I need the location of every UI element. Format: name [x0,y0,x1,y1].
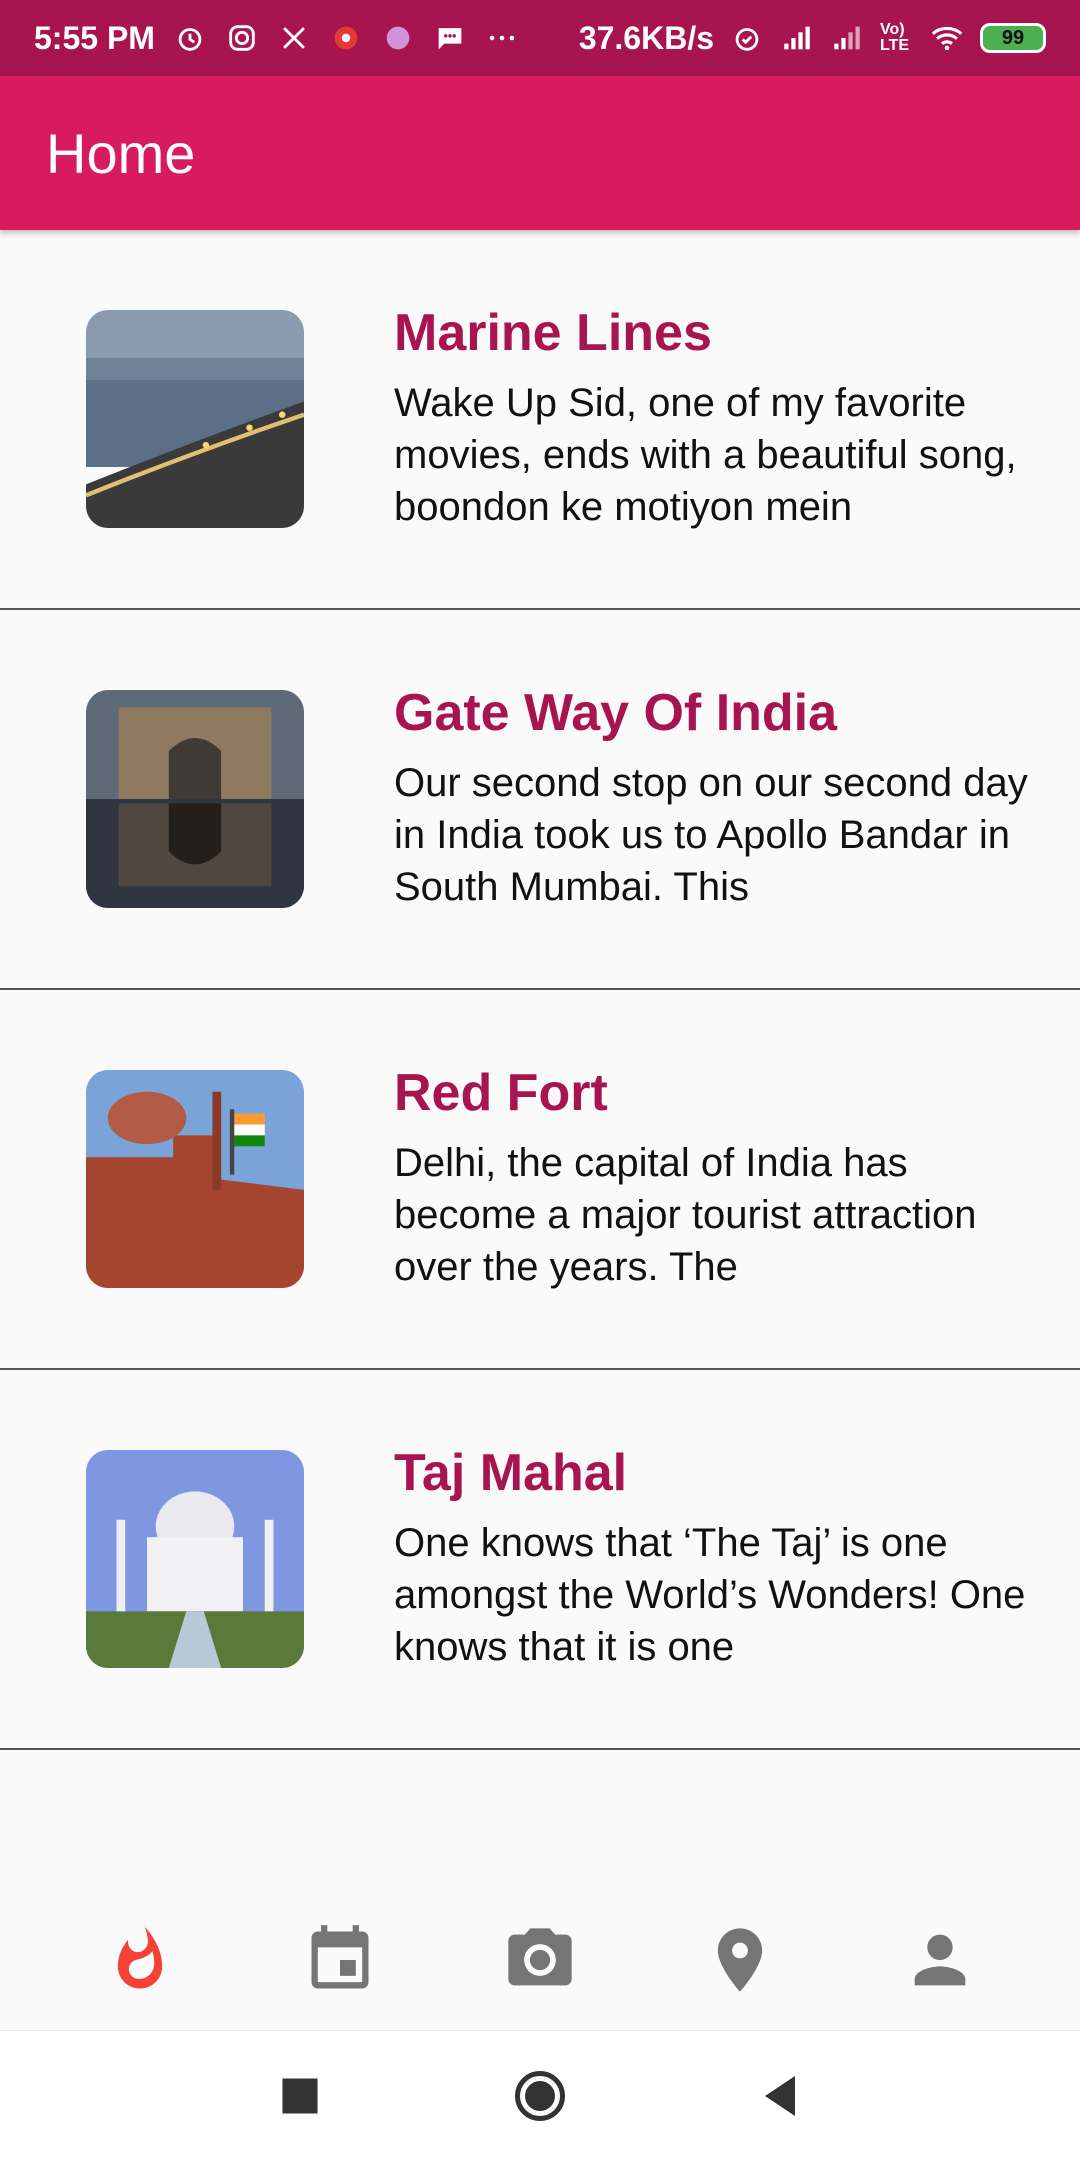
flame-icon [117,1926,163,1989]
camera-icon [508,1928,572,1986]
nav-profile[interactable] [880,1900,1000,2020]
square-icon [282,2078,318,2113]
more-icon [485,21,519,55]
back-triangle-icon [765,2075,795,2116]
gateway-of-india-photo [86,690,304,908]
nav-camera[interactable] [480,1900,600,2020]
notification-dot-icon [381,21,415,55]
recents-button[interactable] [265,2061,335,2131]
list-item[interactable]: Red Fort Delhi, the capital of India has… [0,990,1080,1370]
battery-icon: 99 [980,23,1046,53]
x-icon [277,21,311,55]
bottom-navigation [0,1890,1080,2030]
app-bar: Home [0,76,1080,230]
wifi-icon [930,21,964,55]
signal-icon [780,21,814,55]
nav-home[interactable] [80,1900,200,2020]
item-description: Delhi, the capital of India has become a… [394,1140,977,1289]
marine-lines-photo [86,310,304,528]
calendar-icon [311,1925,369,1989]
signal-2-icon [830,21,864,55]
net-speed: 37.6KB/s [578,19,714,56]
item-title: Gate Way Of India [394,684,838,743]
battery-level: 99 [1001,26,1025,49]
page-title: Home [46,121,196,185]
circle-icon [515,2070,565,2121]
location-pin-icon [717,1928,763,1992]
taj-mahal-photo [86,1450,304,1668]
message-icon [433,21,467,55]
notification-app-icon [329,21,363,55]
item-description: One knows that ‘The Taj’ is one amongst … [394,1520,1026,1669]
system-navigation-bar [0,2030,1080,2160]
item-title: Marine Lines [394,304,712,363]
instagram-icon [225,21,259,55]
list-item[interactable]: Gate Way Of India Our second stop on our… [0,610,1080,990]
nav-location[interactable] [680,1900,800,2020]
item-description: Wake Up Sid, one of my favorite movies, … [394,380,1017,529]
list-item[interactable]: Taj Mahal One knows that ‘The Taj’ is on… [0,1370,1080,1750]
places-list: Marine Lines Wake Up Sid, one of my favo… [0,230,1080,1750]
list-item[interactable]: Marine Lines Wake Up Sid, one of my favo… [0,230,1080,610]
alarm-icon [173,21,207,55]
person-icon [914,1934,966,1986]
home-button[interactable] [505,2061,575,2131]
status-bar: 5:55 PM 37.6KB/s Vo) LTE 99 [0,0,1080,76]
volte-label: Vo) LTE [880,21,910,54]
red-fort-photo [86,1070,304,1288]
item-title: Red Fort [394,1064,608,1123]
item-description: Our second stop on our second day in Ind… [394,760,1028,909]
item-title: Taj Mahal [394,1444,628,1503]
status-time: 5:55 PM [34,19,155,56]
nav-events[interactable] [280,1900,400,2020]
back-button[interactable] [745,2061,815,2131]
alarm-clock-icon [730,21,764,55]
